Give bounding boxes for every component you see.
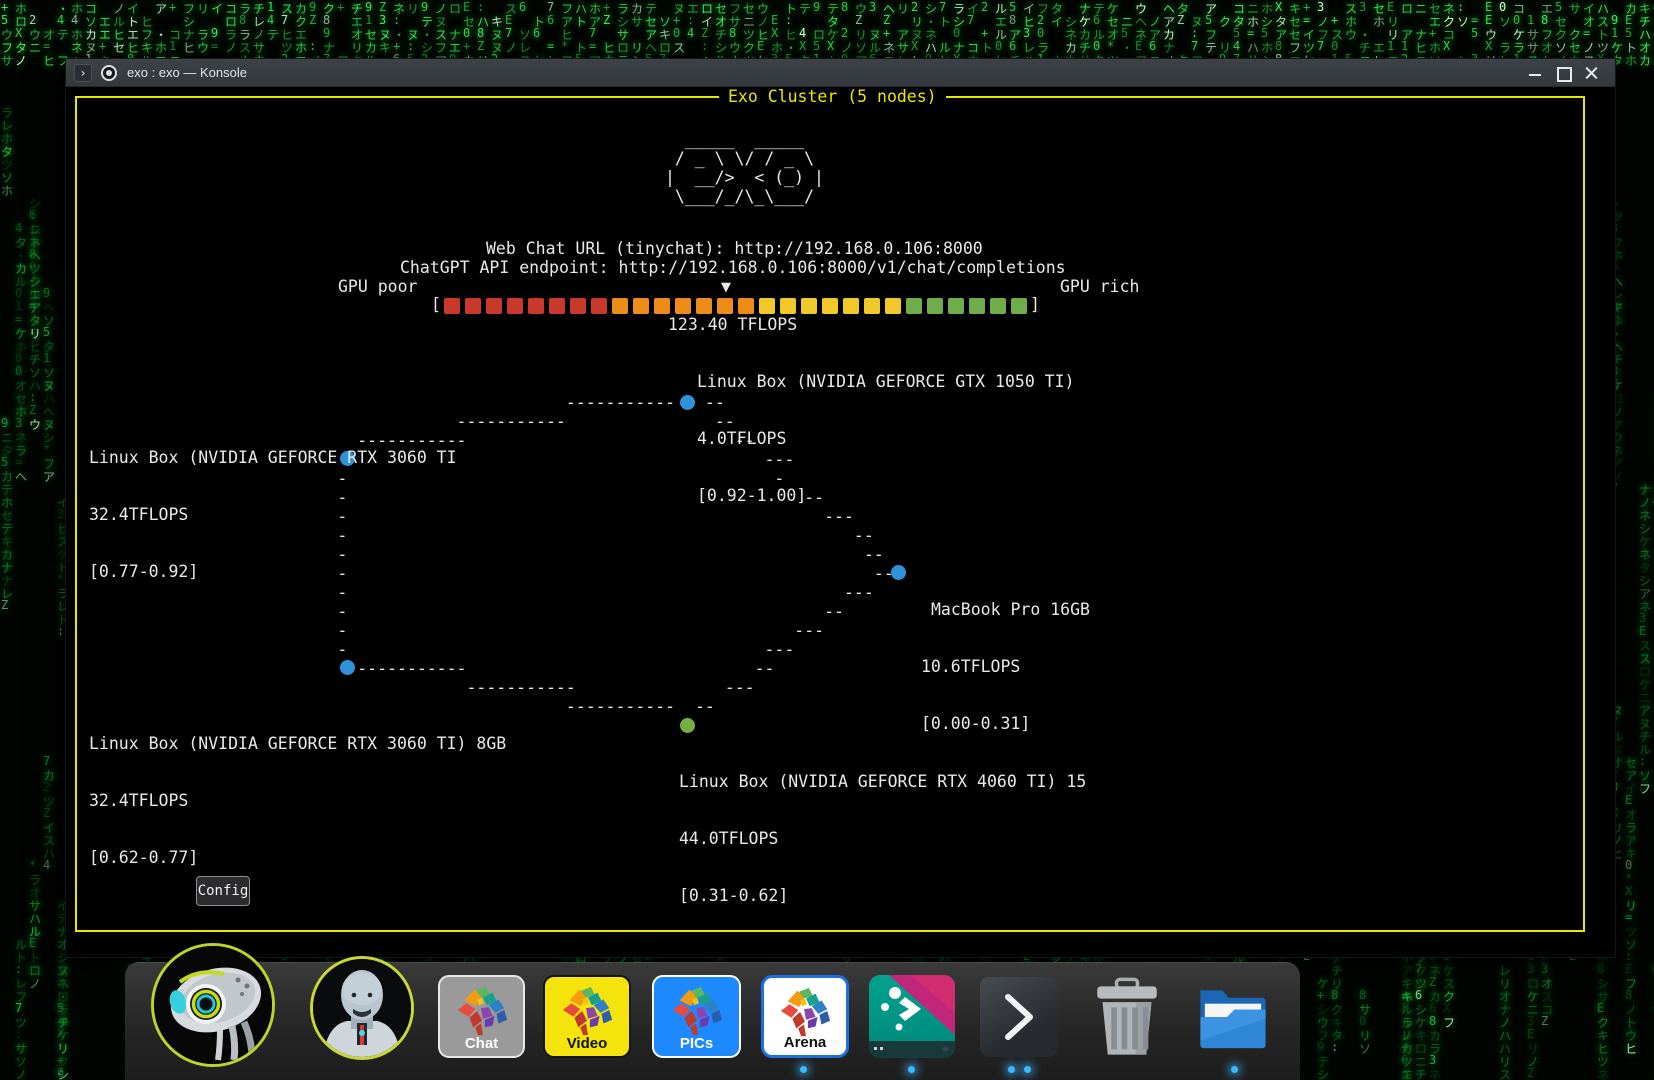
node-range: [0.62-0.77] — [89, 848, 506, 867]
dock-item-chat[interactable]: Chat — [438, 975, 525, 1058]
gauge-marker-icon: ▼ — [721, 277, 731, 296]
dock-item-desktop-preview[interactable] — [869, 975, 955, 1058]
gauge-bracket-close: ] — [1030, 295, 1040, 314]
dock-item-pics[interactable]: PICs — [652, 975, 741, 1058]
person-avatar[interactable] — [310, 956, 414, 1060]
dock-item-konsole[interactable] — [980, 977, 1058, 1057]
arena-label: Arena — [764, 1034, 846, 1051]
gauge-square — [528, 298, 544, 314]
gauge-square — [780, 298, 796, 314]
gauge-square — [843, 298, 859, 314]
dock-item-arena[interactable]: Arena — [761, 975, 849, 1058]
gauge-square — [591, 298, 607, 314]
gauge-square — [444, 298, 460, 314]
node-range: [0.92-1.00] — [697, 486, 1075, 505]
minimize-icon[interactable] — [1521, 59, 1549, 87]
gauge-square — [486, 298, 502, 314]
dock-item-file-manager[interactable] — [1196, 977, 1270, 1057]
gauge-square — [948, 298, 964, 314]
exo-ascii-logo: _____ _____ / _ \ \/ / _ \ | __/> < (_) … — [665, 130, 824, 206]
maximize-icon[interactable] — [1549, 59, 1577, 87]
gpu-poor-label: GPU poor — [338, 277, 417, 296]
konsole-running-indicator — [1008, 1066, 1015, 1073]
arena-brain-icon — [776, 984, 834, 1040]
api-endpoint: ChatGPT API endpoint: http://192.168.0.1… — [400, 258, 1066, 277]
node-tflops: 10.6TFLOPS — [921, 657, 1090, 676]
node-dot-rtx4060ti[interactable] — [680, 718, 695, 733]
gauge-square — [717, 298, 733, 314]
gauge-square — [675, 298, 691, 314]
konsole-running-indicator2 — [1024, 1066, 1031, 1073]
node-range: [0.00-0.31] — [921, 714, 1090, 733]
konsole-chevron-icon — [980, 977, 1058, 1057]
gauge-square — [1011, 298, 1027, 314]
dock-item-trash[interactable] — [1092, 977, 1162, 1057]
person-avatar-image — [313, 959, 411, 1057]
desktop-preview-image — [869, 975, 955, 1058]
robot-avatar-image — [154, 946, 272, 1064]
node-name: Linux Box (NVIDIA GEFORCE RTX 4060 TI) 1… — [679, 772, 1086, 791]
node-name: Linux Box (NVIDIA GEFORCE RTX 3060 TI) 8… — [89, 734, 506, 753]
node-dot-macbook[interactable] — [891, 565, 906, 580]
node-dot-rtx3060ti8g[interactable] — [340, 660, 355, 675]
folder-icon — [1196, 977, 1270, 1057]
node-tflops: 4.0TFLOPS — [697, 429, 1075, 448]
node-dot-gtx1050ti[interactable] — [680, 395, 695, 410]
node-tflops: 32.4TFLOPS — [89, 791, 506, 810]
desktop-running-indicator — [908, 1066, 915, 1073]
arena-running-indicator — [800, 1066, 807, 1073]
gauge-bracket-open: [ — [431, 295, 441, 314]
folder-running-indicator — [1231, 1066, 1238, 1073]
web-chat-url: Web Chat URL (tinychat): http://192.168.… — [486, 239, 983, 258]
gpu-rich-label: GPU rich — [1060, 277, 1139, 296]
node-name: Linux Box (NVIDIA GEFORCE GTX 1050 TI) — [697, 372, 1075, 391]
pics-brain-icon — [668, 983, 726, 1039]
window-titlebar[interactable]: › exo : exo — Konsole — [66, 59, 1615, 87]
chat-label: Chat — [440, 1035, 523, 1052]
node-name: MacBook Pro 16GB — [921, 600, 1090, 619]
gauge-square — [465, 298, 481, 314]
chat-brain-icon — [453, 983, 511, 1039]
gauge-square — [990, 298, 1006, 314]
node-info-gtx1050ti: Linux Box (NVIDIA GEFORCE GTX 1050 TI) 4… — [697, 334, 1075, 543]
gauge-square — [549, 298, 565, 314]
gauge-square — [696, 298, 712, 314]
node-range: [0.31-0.62] — [679, 886, 1086, 905]
gauge-square — [654, 298, 670, 314]
gauge-square — [633, 298, 649, 314]
node-tflops: 44.0TFLOPS — [679, 829, 1086, 848]
window-menu-icon[interactable]: › — [74, 64, 92, 82]
total-tflops: 123.40 TFLOPS — [668, 315, 797, 334]
gauge-square — [759, 298, 775, 314]
window-title: exo : exo — Konsole — [127, 65, 247, 80]
gauge-square — [738, 298, 754, 314]
gauge-square — [969, 298, 985, 314]
gauge-square — [927, 298, 943, 314]
node-info-rtx4060ti: Linux Box (NVIDIA GEFORCE RTX 4060 TI) 1… — [679, 734, 1086, 943]
pics-label: PICs — [654, 1035, 739, 1052]
robot-avatar[interactable] — [151, 943, 275, 1067]
close-icon[interactable] — [1577, 59, 1605, 87]
node-range: [0.77-0.92] — [89, 562, 457, 581]
node-tflops: 32.4TFLOPS — [89, 505, 457, 524]
konsole-window: › exo : exo — Konsole Exo Cluster (5 nod… — [65, 58, 1616, 958]
dock-item-video[interactable]: Video — [543, 975, 631, 1058]
gauge-square — [864, 298, 880, 314]
node-info-rtx3060ti: Linux Box (NVIDIA GEFORCE RTX 3060 TI 32… — [89, 410, 457, 619]
gauge-square — [885, 298, 901, 314]
gauge-square — [612, 298, 628, 314]
gauge-square — [801, 298, 817, 314]
node-name: Linux Box (NVIDIA GEFORCE RTX 3060 TI — [89, 448, 457, 467]
cluster-title: Exo Cluster (5 nodes) — [719, 87, 946, 106]
video-brain-icon — [558, 983, 616, 1039]
gauge-square — [822, 298, 838, 314]
node-info-rtx3060ti-8gb: Linux Box (NVIDIA GEFORCE RTX 3060 TI) 8… — [89, 696, 506, 905]
video-label: Video — [545, 1035, 629, 1052]
gauge-square — [906, 298, 922, 314]
config-button[interactable]: Config — [196, 876, 250, 906]
trash-icon — [1092, 977, 1162, 1057]
gauge-square — [507, 298, 523, 314]
konsole-app-icon — [101, 65, 117, 81]
gauge-square — [570, 298, 586, 314]
